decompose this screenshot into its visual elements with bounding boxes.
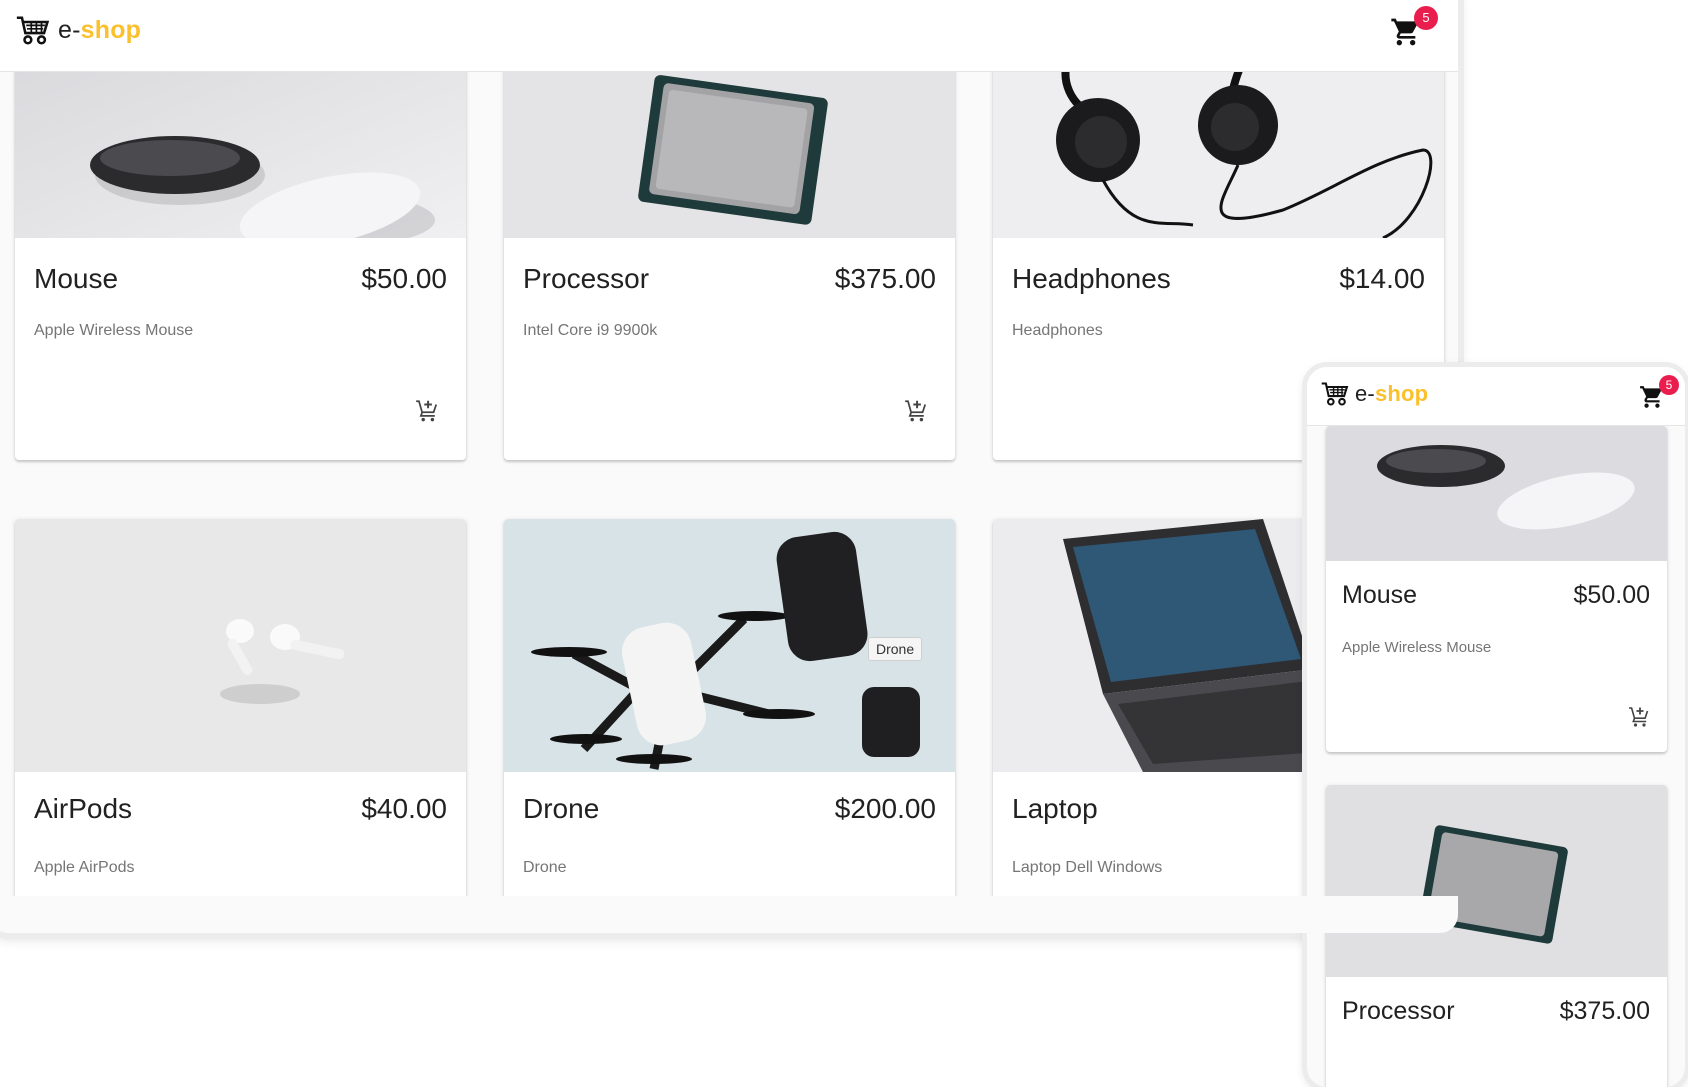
mouse-image bbox=[1326, 426, 1667, 561]
logo-prefix: e- bbox=[58, 16, 81, 44]
mobile-cart-button[interactable]: 5 bbox=[1639, 375, 1679, 410]
cart-logo-icon bbox=[1321, 381, 1349, 407]
product-price: $14.00 bbox=[1339, 263, 1425, 294]
mobile-logo[interactable]: e-shop bbox=[1321, 381, 1428, 407]
mobile-view: e-shop 5 Mouse $50.00 Apple Wireless Mou… bbox=[1307, 367, 1685, 1087]
product-price: $375.00 bbox=[1559, 997, 1650, 1025]
app-header: e-shop 5 bbox=[0, 0, 1458, 72]
product-card-processor[interactable]: Processor $375.00 Intel Core i9 9900k bbox=[504, 50, 955, 460]
product-price: $50.00 bbox=[361, 263, 447, 294]
product-card-mouse[interactable]: Mouse $50.00 Apple Wireless Mouse bbox=[15, 50, 466, 460]
processor-image bbox=[504, 50, 955, 238]
product-description: Apple Wireless Mouse bbox=[34, 322, 194, 339]
mobile-product-card-processor[interactable]: Processor $375.00 bbox=[1326, 785, 1667, 1087]
mobile-product-card-mouse[interactable]: Mouse $50.00 Apple Wireless Mouse bbox=[1326, 426, 1667, 752]
drone-tooltip: Drone bbox=[868, 637, 923, 661]
product-title: Laptop bbox=[1012, 793, 1098, 824]
logo-suffix: shop bbox=[1374, 381, 1429, 406]
product-description: Apple AirPods bbox=[34, 859, 135, 876]
product-title: Headphones bbox=[1012, 263, 1171, 294]
processor-image bbox=[1326, 785, 1667, 977]
add-to-cart-icon[interactable] bbox=[903, 398, 929, 424]
add-to-cart-icon[interactable] bbox=[414, 398, 440, 424]
product-price: $375.00 bbox=[834, 263, 936, 294]
page-bottom bbox=[0, 896, 1458, 933]
product-price: $50.00 bbox=[1573, 581, 1650, 609]
product-title: Processor bbox=[1342, 997, 1455, 1025]
product-price: $200.00 bbox=[834, 793, 936, 824]
logo[interactable]: e-shop bbox=[16, 15, 141, 46]
add-to-cart-icon[interactable] bbox=[1627, 705, 1651, 729]
product-title: Drone bbox=[523, 793, 600, 824]
logo-prefix: e- bbox=[1355, 381, 1375, 406]
logo-suffix: shop bbox=[80, 16, 142, 44]
product-title: Mouse bbox=[1342, 581, 1418, 609]
product-description: Laptop Dell Windows bbox=[1012, 859, 1163, 876]
cart-count-badge: 5 bbox=[1659, 375, 1679, 395]
cart-logo-icon bbox=[16, 15, 50, 46]
airpods-image bbox=[15, 519, 466, 772]
product-price: $40.00 bbox=[361, 793, 447, 824]
mobile-app-header: e-shop 5 bbox=[1307, 367, 1685, 426]
product-title: Processor bbox=[523, 263, 650, 294]
cart-button[interactable]: 5 bbox=[1390, 6, 1438, 48]
product-card-airpods[interactable]: AirPods $40.00 Apple AirPods bbox=[15, 519, 466, 933]
desktop-view: e-shop 5 Mouse $50.00 Apple Wireless Mou… bbox=[0, 0, 1458, 933]
mouse-image bbox=[15, 50, 466, 238]
product-description: Intel Core i9 9900k bbox=[523, 322, 658, 339]
product-title: Mouse bbox=[34, 263, 119, 294]
cart-count-badge: 5 bbox=[1414, 6, 1438, 30]
product-title: AirPods bbox=[34, 793, 133, 824]
product-card-drone[interactable]: Drone Drone $200.00 Drone bbox=[504, 519, 955, 933]
headphones-image bbox=[993, 50, 1444, 238]
product-description: Headphones bbox=[1012, 322, 1103, 339]
product-description: Apple Wireless Mouse bbox=[1342, 639, 1492, 656]
product-description: Drone bbox=[523, 859, 567, 876]
